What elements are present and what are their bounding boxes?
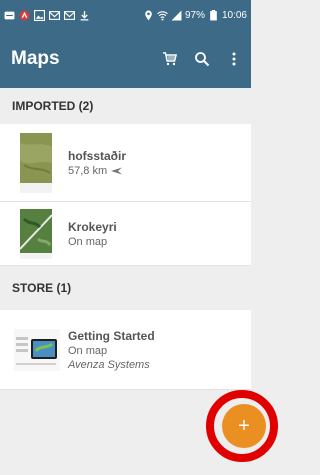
map-status: On map (68, 344, 108, 357)
app-bar-actions (161, 50, 243, 68)
page-title: Maps (11, 48, 60, 69)
search-icon (195, 52, 210, 67)
avenza-icon (19, 10, 30, 20)
add-icon: + (238, 414, 250, 437)
status-right: 97% 10:06 (143, 9, 247, 21)
map-item-text: hofsstaðir 57,8 km (68, 149, 126, 177)
mail-icon (49, 10, 60, 20)
map-preview-image (20, 208, 52, 259)
image-icon (34, 9, 45, 21)
status-bar: 97% 10:06 (0, 0, 251, 30)
download-icon (80, 10, 89, 21)
message-icon (4, 11, 15, 19)
distance-text: 57,8 km (68, 164, 108, 177)
map-thumbnail (14, 328, 60, 371)
notification-icons (4, 9, 143, 21)
signal-icon (171, 10, 182, 20)
cart-icon (163, 52, 177, 66)
location-icon (145, 10, 152, 20)
map-status: On map (68, 235, 108, 248)
overflow-menu-button[interactable] (225, 50, 243, 68)
map-item-getting-started[interactable]: Getting Started On map Avenza Systems (0, 310, 251, 390)
clock: 10:06 (221, 9, 247, 21)
section-header-imported: IMPORTED (2) (12, 99, 94, 113)
search-button[interactable] (193, 50, 211, 68)
map-title: hofsstaðir (68, 148, 127, 163)
map-item-text: Krokeyri On map (68, 220, 117, 248)
map-title: Getting Started (68, 328, 155, 343)
map-preview-image (20, 132, 52, 193)
map-item-text: Getting Started On map Avenza Systems (68, 329, 155, 371)
map-thumbnail (20, 208, 52, 259)
section-header-store: STORE (1) (12, 281, 72, 295)
battery-percent: 97% (184, 9, 205, 21)
map-item-krokeyri[interactable]: Krokeyri On map (0, 202, 251, 266)
wifi-icon (157, 10, 168, 20)
map-item-hofsstadir[interactable]: hofsstaðir 57,8 km (0, 124, 251, 202)
direction-arrow-icon (111, 167, 123, 174)
mail-icon-2 (64, 10, 75, 20)
add-map-button[interactable]: + (222, 404, 266, 448)
store-button[interactable] (161, 50, 179, 68)
map-title: Krokeyri (68, 219, 117, 234)
battery-icon (210, 9, 217, 20)
map-thumbnail (20, 132, 52, 193)
app-bar: Maps (0, 30, 251, 88)
map-preview-image (14, 328, 60, 371)
overflow-menu-icon (232, 52, 236, 66)
map-distance: 57,8 km (68, 165, 126, 177)
map-publisher: Avenza Systems (68, 358, 150, 371)
